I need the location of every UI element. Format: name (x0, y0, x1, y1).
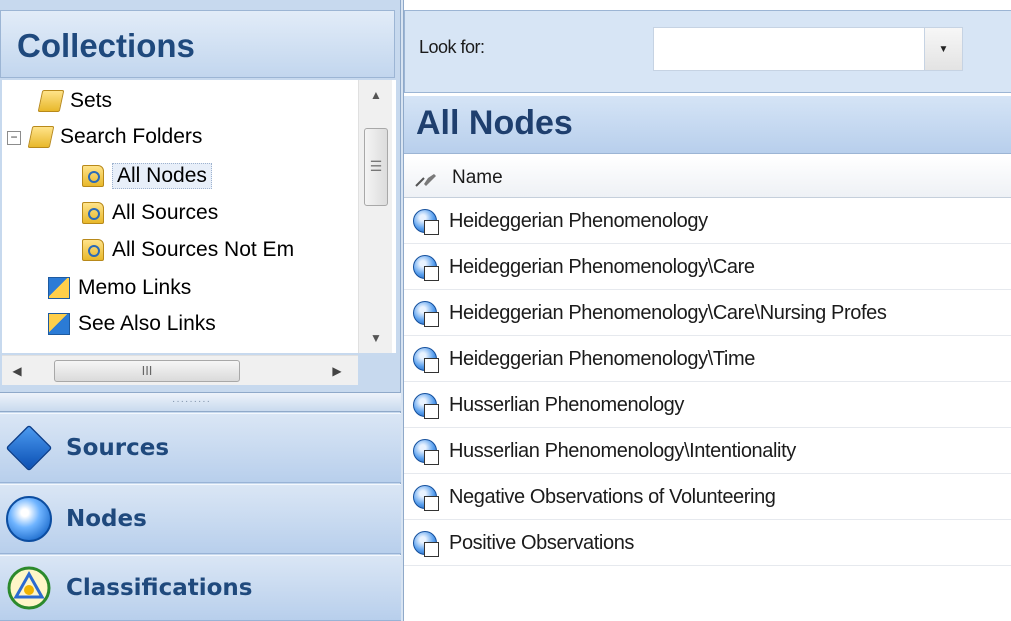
tree-item-label: All Sources (112, 201, 219, 224)
navigation-pane: Collections Sets − Search Folders All No… (0, 0, 401, 621)
see-also-links-icon (48, 313, 70, 335)
table-row[interactable]: Husserlian Phenomenology (404, 383, 1011, 428)
look-for-label: Look for: (419, 37, 485, 57)
classifications-icon (7, 566, 51, 610)
table-row[interactable]: Heideggerian Phenomenology (404, 199, 1011, 244)
sets-folder-icon (37, 90, 65, 112)
node-shortcut-icon (413, 531, 439, 557)
scroll-down-icon[interactable]: ▼ (359, 323, 393, 353)
nav-button-classifications[interactable]: Classifications (0, 555, 401, 621)
tree-item-label: Search Folders (60, 125, 203, 148)
scroll-up-icon[interactable]: ▲ (359, 80, 393, 110)
tree-item-label: All Sources Not Em (112, 238, 295, 261)
node-shortcut-icon (413, 485, 439, 511)
node-shortcut-icon (413, 347, 439, 373)
table-row[interactable]: Heideggerian Phenomenology\Care (404, 245, 1011, 290)
memo-links-icon (48, 277, 70, 299)
pane-splitter[interactable]: ········· (0, 392, 401, 412)
scroll-left-icon[interactable]: ◀ (2, 356, 32, 386)
list-view-header: All Nodes (404, 96, 1011, 154)
node-name: Husserlian Phenomenology (449, 393, 684, 416)
list-view-pane: Look for: ▼ All Nodes Name Heideggerian … (403, 0, 1011, 621)
collapse-expander-icon[interactable]: − (7, 131, 21, 145)
collections-title: Collections (17, 27, 195, 64)
tree-item-search-folders[interactable]: − Search Folders (2, 122, 302, 152)
table-row[interactable]: Heideggerian Phenomenology\Time (404, 337, 1011, 382)
nav-button-nodes[interactable]: Nodes (0, 484, 401, 554)
tree-item-all-sources-not-em[interactable]: All Sources Not Em (82, 235, 294, 265)
tree-item-memo-links[interactable]: Memo Links (48, 273, 191, 303)
nav-button-label: Nodes (66, 506, 147, 532)
column-header-row: Name (404, 156, 1011, 198)
node-shortcut-icon (413, 255, 439, 281)
tree-item-label: Sets (70, 89, 113, 112)
node-name: Positive Observations (449, 531, 635, 554)
scroll-right-icon[interactable]: ▶ (322, 356, 352, 386)
pin-icon[interactable] (414, 166, 438, 188)
search-folders-icon (27, 126, 55, 148)
nodes-icon (6, 496, 52, 542)
table-row[interactable]: Negative Observations of Volunteering (404, 475, 1011, 520)
nav-button-sources[interactable]: Sources (0, 413, 401, 483)
tree-item-sets[interactable]: Sets (37, 86, 113, 116)
nav-button-label: Classifications (66, 575, 253, 601)
sources-icon (5, 424, 53, 472)
horizontal-scroll-thumb[interactable]: III (54, 360, 240, 382)
tree-item-label: See Also Links (78, 312, 216, 335)
tree-item-see-also-links[interactable]: See Also Links (48, 309, 216, 339)
name-column-header[interactable]: Name (452, 167, 503, 189)
list-view-title: All Nodes (416, 104, 573, 142)
nav-button-label: Sources (66, 435, 170, 461)
look-for-input[interactable] (653, 27, 925, 71)
table-row[interactable]: Husserlian Phenomenology\Intentionality (404, 429, 1011, 474)
node-name: Heideggerian Phenomenology\Care (449, 255, 755, 278)
node-shortcut-icon (413, 439, 439, 465)
node-name: Husserlian Phenomenology\Intentionality (449, 439, 796, 462)
tree-vertical-scrollbar[interactable]: ▲ ☰ ▼ (358, 80, 392, 353)
node-shortcut-icon (413, 209, 439, 235)
search-folder-icon (82, 239, 104, 261)
node-name: Negative Observations of Volunteering (449, 485, 776, 508)
vertical-scroll-thumb[interactable]: ☰ (364, 128, 388, 206)
table-row[interactable]: Positive Observations (404, 521, 1011, 566)
node-name: Heideggerian Phenomenology\Time (449, 347, 755, 370)
tree-item-all-nodes[interactable]: All Nodes (82, 161, 212, 191)
tree-item-all-sources[interactable]: All Sources (82, 198, 218, 228)
collections-tree: Sets − Search Folders All Nodes All Sour… (2, 80, 396, 353)
find-toolbar: Look for: ▼ (404, 10, 1011, 93)
nvivo-window: Collections Sets − Search Folders All No… (0, 0, 1011, 621)
search-folder-icon (82, 165, 104, 187)
tree-item-label: All Nodes (112, 163, 212, 189)
node-name: Heideggerian Phenomenology\Care\Nursing … (449, 301, 887, 324)
node-name: Heideggerian Phenomenology (449, 209, 708, 232)
collections-header: Collections (0, 10, 395, 78)
table-row[interactable]: Heideggerian Phenomenology\Care\Nursing … (404, 291, 1011, 336)
look-for-dropdown-icon[interactable]: ▼ (925, 27, 963, 71)
node-shortcut-icon (413, 393, 439, 419)
node-shortcut-icon (413, 301, 439, 327)
splitter-grip-icon: ········· (172, 396, 211, 407)
search-folder-icon (82, 202, 104, 224)
tree-horizontal-scrollbar[interactable]: ◀ III ▶ (2, 355, 358, 385)
tree-item-label: Memo Links (78, 276, 192, 299)
